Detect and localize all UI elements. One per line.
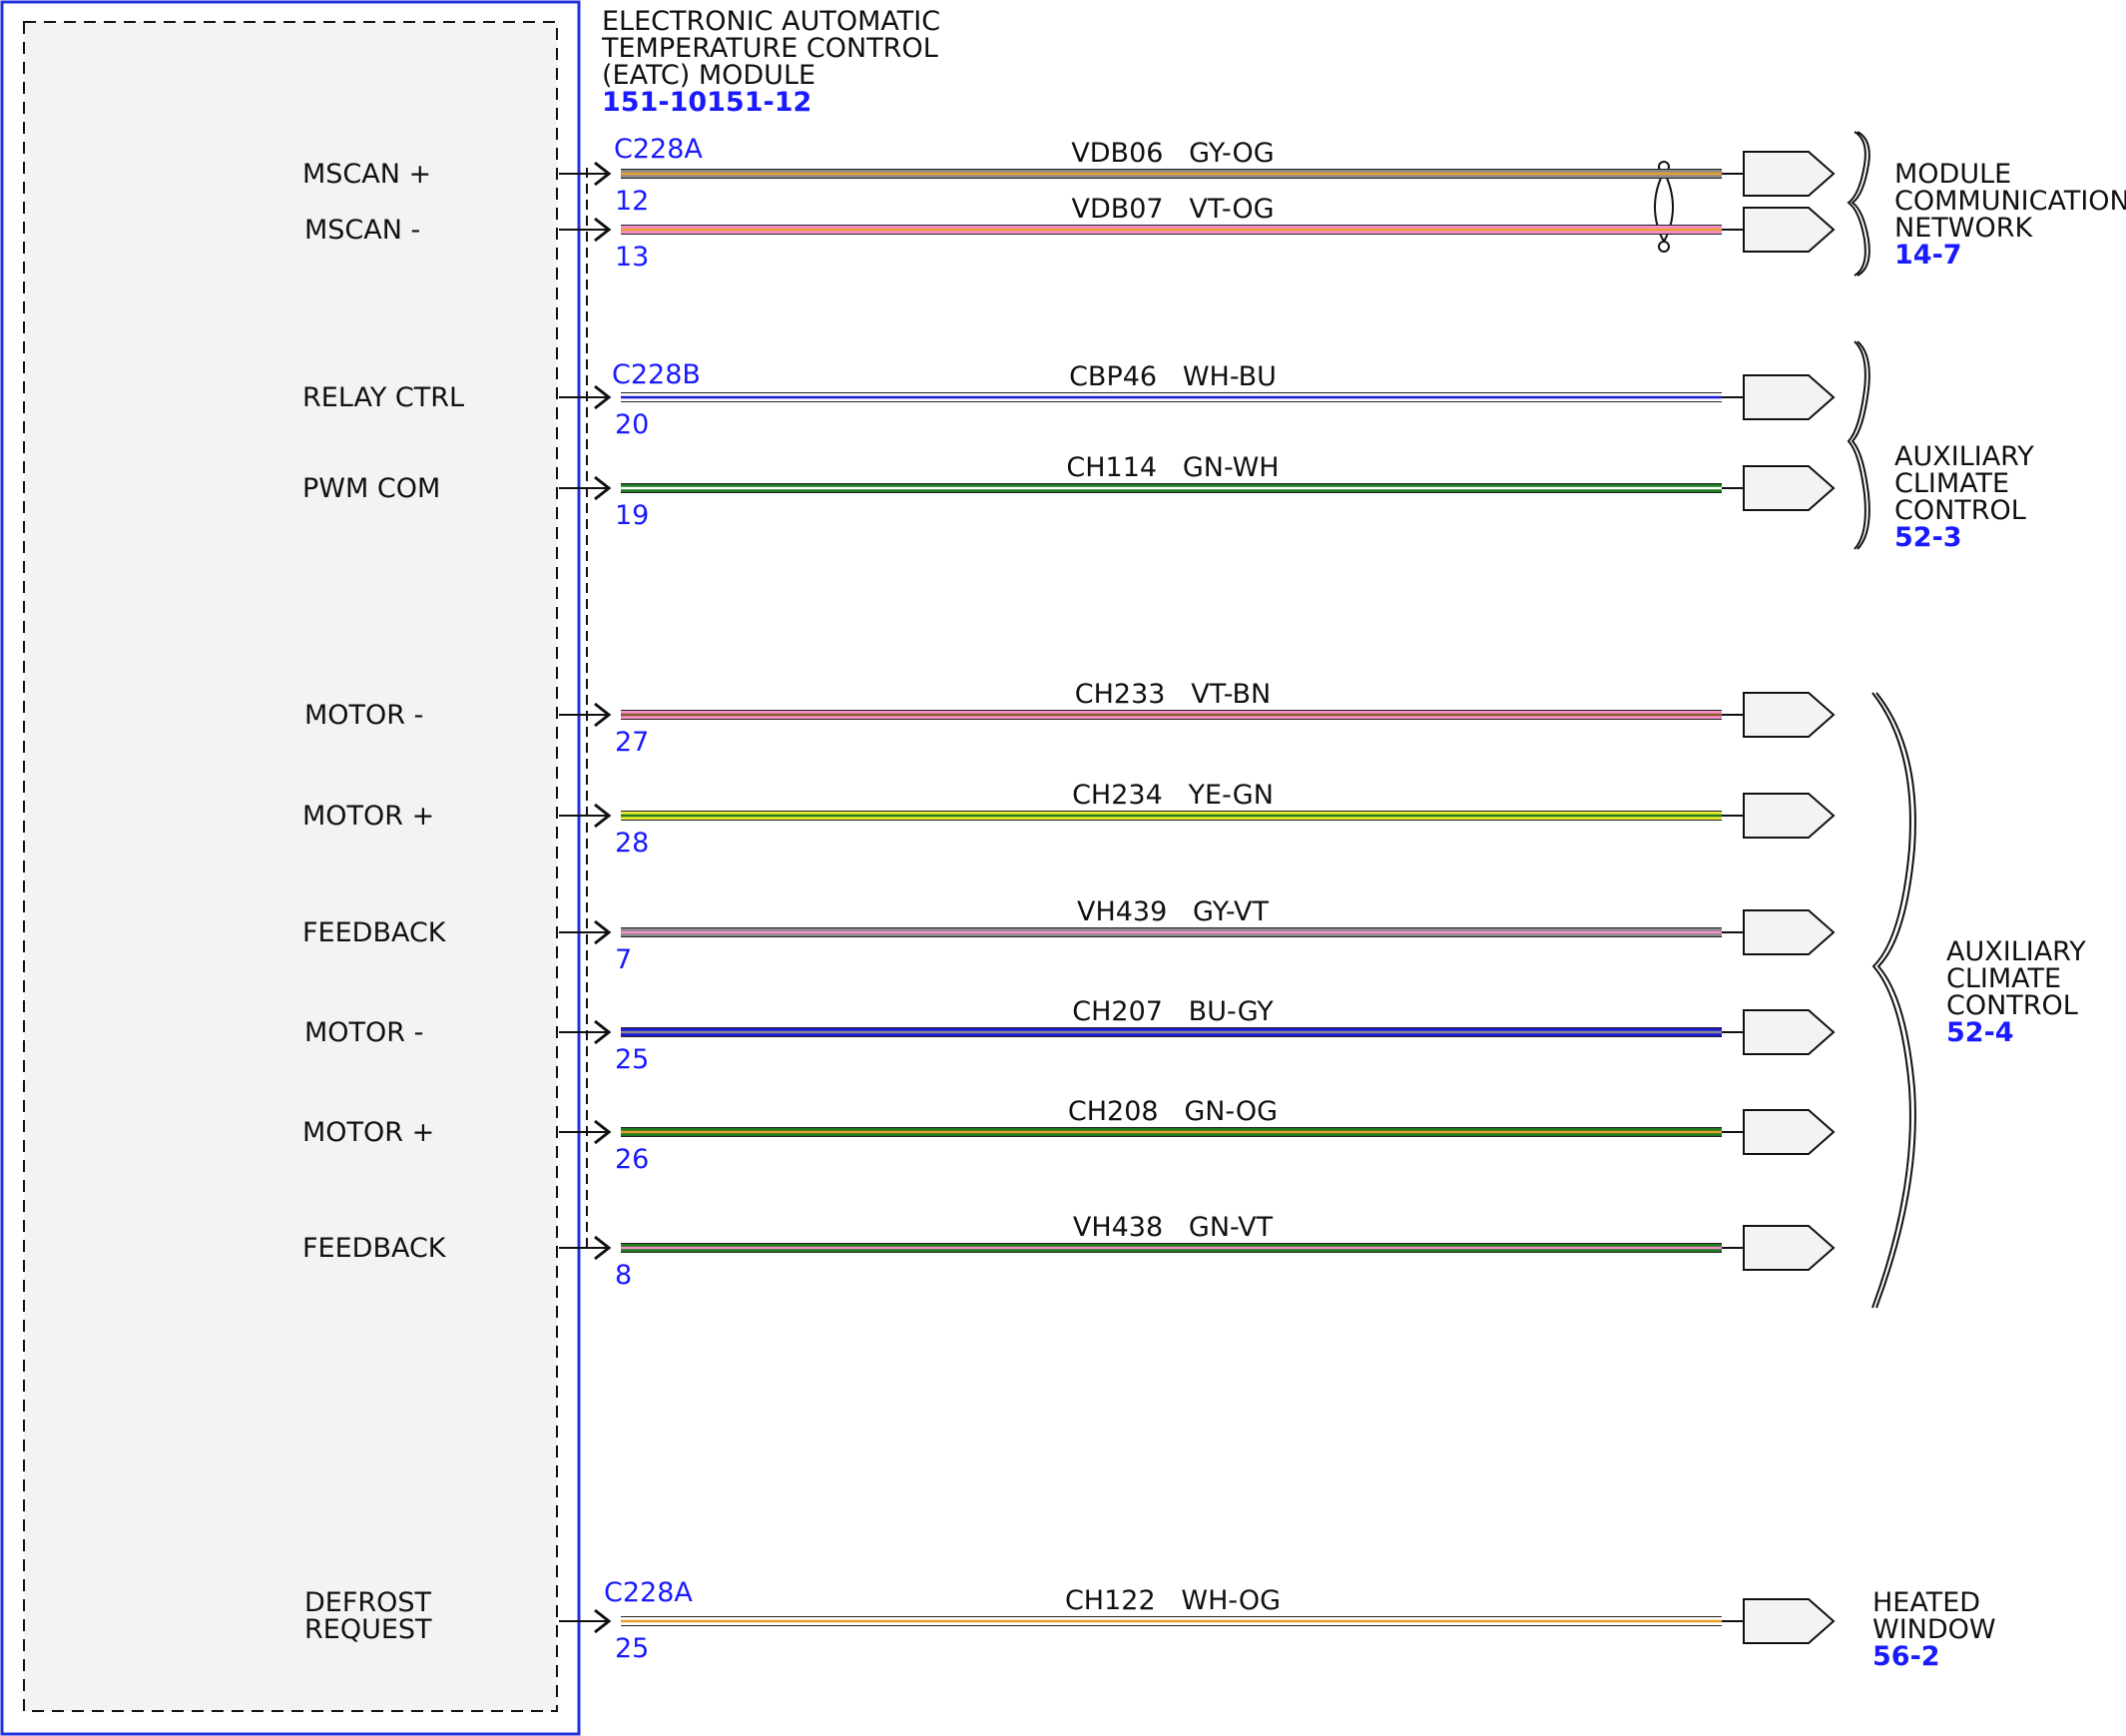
pin-label: MOTOR +: [302, 1117, 434, 1148]
connector-label-c228b: C228B: [612, 359, 701, 390]
pin-number: 8: [615, 1260, 632, 1291]
connector-label-c228a-top: C228A: [614, 134, 703, 165]
pin-number: 19: [615, 500, 649, 531]
pin-number: 12: [615, 186, 649, 217]
destination-brace-aux-52-4-inner: [1875, 692, 1916, 1309]
pin-number: 13: [615, 242, 649, 273]
module-body: [23, 21, 558, 1712]
circuit-label: CBP46 WH-BU: [1069, 361, 1277, 392]
circuit-label: CH234 YE-GN: [1072, 780, 1274, 811]
destination-brace-aux-52-3: [1847, 340, 1866, 550]
circuit-label: CH233 VT-BN: [1075, 679, 1271, 710]
destination-aux-52-3-ref: 52-3: [1894, 522, 1962, 553]
destination-connector-icon: [1743, 1598, 1836, 1644]
pin-number: 26: [615, 1144, 649, 1175]
pin-label: MOTOR +: [302, 801, 434, 832]
destination-heated-window-ref: 56-2: [1872, 1641, 1940, 1672]
pin-label: RELAY CTRL: [302, 382, 464, 413]
destination-connector-icon: [1743, 207, 1836, 253]
pin-label: FEEDBACK: [302, 917, 447, 948]
circuit-label: CH122 WH-OG: [1065, 1585, 1281, 1616]
destination-connector-icon: [1743, 909, 1836, 955]
pin-label: PWM COM: [302, 473, 440, 504]
module-reference: 151-10151-12: [602, 87, 811, 118]
connector-label-c228a-bottom: C228A: [604, 1577, 693, 1608]
destination-heated-window: HEATED WINDOW 56-2: [1872, 1587, 1996, 1672]
pin-label: FEEDBACK: [302, 1233, 447, 1264]
destination-connector-icon: [1743, 465, 1836, 511]
destination-brace-network: [1847, 131, 1866, 277]
destination-connector-icon: [1743, 151, 1836, 197]
destination-network: MODULE COMMUNICATIONS NETWORK 14-7: [1894, 159, 2126, 271]
pin-label: MSCAN -: [304, 215, 420, 246]
destination-connector-icon: [1743, 374, 1836, 420]
pin-label: MOTOR -: [304, 700, 423, 731]
circuit-label: CH207 BU-GY: [1072, 996, 1274, 1027]
wiring-diagram: ELECTRONIC AUTOMATIC TEMPERATURE CONTROL…: [0, 0, 2126, 1736]
destination-network-ref: 14-7: [1894, 240, 1962, 271]
pin-number: 25: [615, 1044, 649, 1075]
circuit-label: VDB07 VT-OG: [1071, 194, 1274, 225]
destination-aux-52-4: AUXILIARY CLIMATE CONTROL 52-4: [1946, 936, 2086, 1048]
destination-aux-52-4-ref: 52-4: [1946, 1017, 2014, 1048]
destination-brace-aux-52-3-inner: [1851, 340, 1870, 550]
destination-connector-icon: [1743, 1109, 1836, 1155]
destination-connector-icon: [1743, 793, 1836, 839]
destination-aux-52-3: AUXILIARY CLIMATE CONTROL 52-3: [1894, 441, 2034, 553]
circuit-label: CH208 GN-OG: [1068, 1096, 1278, 1127]
pin-number: 25: [615, 1633, 649, 1664]
pin-label-line-2: REQUEST: [304, 1614, 432, 1645]
destination-brace-network-inner: [1851, 131, 1870, 277]
pin-label: MOTOR -: [304, 1017, 423, 1048]
pin-number: 27: [615, 727, 649, 758]
pin-number: 20: [615, 409, 649, 440]
circuit-label: VDB06 GY-OG: [1071, 138, 1274, 169]
pin-label: MSCAN +: [302, 159, 431, 190]
destination-connector-icon: [1743, 1225, 1836, 1271]
circuit-label: VH438 GN-VT: [1073, 1212, 1274, 1243]
circuit-label: CH114 GN-WH: [1066, 452, 1279, 483]
destination-connector-icon: [1743, 692, 1836, 738]
destination-connector-icon: [1743, 1009, 1836, 1055]
pin-number: 7: [615, 944, 632, 975]
circuit-label: VH439 GY-VT: [1077, 896, 1270, 927]
pin-number: 28: [615, 828, 649, 859]
